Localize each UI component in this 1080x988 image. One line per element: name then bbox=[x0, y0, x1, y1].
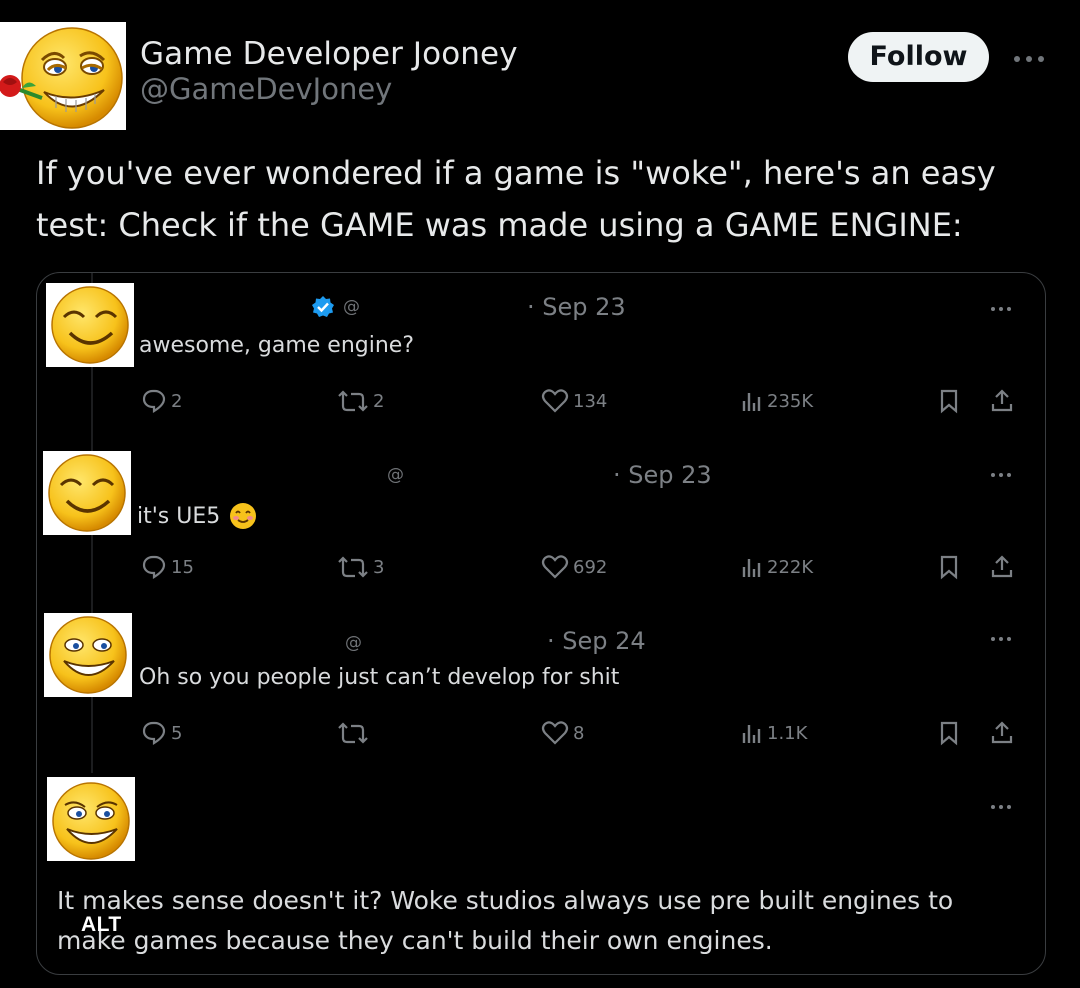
post-text: If you've ever wondered if a game is "wo… bbox=[36, 147, 1046, 251]
views-icon bbox=[742, 725, 761, 743]
smiling-emoji-icon bbox=[51, 286, 129, 364]
like-count: 8 bbox=[573, 722, 585, 744]
like-count: 692 bbox=[573, 556, 608, 578]
final-reply-text: It makes sense doesn't it? Woke studios … bbox=[57, 881, 1037, 961]
share-icon bbox=[991, 721, 1013, 744]
reply-icon bbox=[142, 555, 166, 579]
post-header: Game Developer Jooney @GameDevJoney Foll… bbox=[0, 22, 1080, 132]
smiling-blush-emoji-icon bbox=[230, 503, 257, 529]
like-button[interactable]: 134 bbox=[541, 385, 607, 417]
share-button[interactable] bbox=[989, 385, 1015, 417]
bookmark-button[interactable] bbox=[937, 717, 961, 749]
share-icon bbox=[991, 555, 1013, 578]
views-icon bbox=[742, 559, 761, 577]
reply-more-icon[interactable] bbox=[987, 629, 1017, 649]
like-button[interactable]: 692 bbox=[541, 551, 607, 583]
alt-text-badge[interactable]: ALT bbox=[81, 913, 122, 937]
final-reply-line: It makes sense doesn't it? Woke studios … bbox=[57, 886, 954, 915]
reply-count: 15 bbox=[171, 556, 194, 578]
reply-avatar[interactable] bbox=[44, 613, 132, 697]
reply-button[interactable]: 2 bbox=[141, 385, 182, 417]
views-count: 235K bbox=[767, 390, 814, 412]
share-button[interactable] bbox=[989, 551, 1015, 583]
bookmark-button[interactable] bbox=[937, 551, 961, 583]
bookmark-icon bbox=[940, 389, 958, 414]
more-options-icon[interactable] bbox=[1006, 40, 1052, 76]
reply-handle[interactable]: @ bbox=[387, 465, 404, 485]
grinning-emoji-icon bbox=[49, 616, 127, 694]
follow-button[interactable]: Follow bbox=[848, 32, 989, 82]
reply-actions: 2 2 134 235K bbox=[37, 385, 1045, 417]
views-count: 1.1K bbox=[767, 722, 808, 744]
reply-date[interactable]: · Sep 24 bbox=[547, 627, 646, 655]
reply-text: it's UE5 bbox=[137, 503, 221, 529]
repost-icon bbox=[338, 556, 368, 578]
reply-handle[interactable]: @ bbox=[343, 297, 360, 317]
bookmark-icon bbox=[940, 721, 958, 746]
grinning-emoji-icon bbox=[52, 782, 130, 860]
reply-handle[interactable]: @ bbox=[345, 633, 362, 653]
like-icon bbox=[541, 721, 569, 745]
views-button[interactable]: 222K bbox=[741, 551, 813, 583]
post-text-line: test: Check if the GAME was made using a… bbox=[36, 206, 963, 244]
views-count: 222K bbox=[767, 556, 814, 578]
reply-avatar[interactable] bbox=[47, 777, 135, 861]
repost-count: 2 bbox=[373, 390, 385, 412]
reply-button[interactable]: 5 bbox=[141, 717, 182, 749]
reply-more-icon[interactable] bbox=[987, 797, 1017, 817]
reply-avatar[interactable] bbox=[43, 451, 131, 535]
repost-button[interactable]: 2 bbox=[337, 385, 384, 417]
like-count: 134 bbox=[573, 390, 608, 412]
reply-text: awesome, game engine? bbox=[139, 333, 414, 358]
repost-button[interactable]: 3 bbox=[337, 551, 384, 583]
reply-count: 2 bbox=[171, 390, 183, 412]
bookmark-icon bbox=[940, 555, 958, 580]
reply-actions: 15 3 692 222K bbox=[37, 551, 1045, 583]
reply-icon bbox=[142, 389, 166, 413]
verified-icon bbox=[311, 295, 335, 319]
like-icon bbox=[541, 389, 569, 413]
final-reply-line: make games because they can't build thei… bbox=[57, 926, 773, 955]
repost-icon bbox=[338, 390, 368, 412]
share-button[interactable] bbox=[989, 717, 1015, 749]
reply-text: Oh so you people just can’t develop for … bbox=[139, 665, 620, 690]
author-name[interactable]: Game Developer Jooney bbox=[140, 36, 518, 72]
reply-more-icon[interactable] bbox=[987, 465, 1017, 485]
smiling-emoji-icon bbox=[48, 454, 126, 532]
bookmark-button[interactable] bbox=[937, 385, 961, 417]
views-button[interactable]: 235K bbox=[741, 385, 813, 417]
author-avatar[interactable] bbox=[0, 22, 126, 130]
reply-text-row: it's UE5 bbox=[137, 501, 258, 531]
repost-button[interactable] bbox=[337, 717, 373, 749]
grinning-rose-emoji-icon bbox=[0, 27, 123, 129]
reply-icon bbox=[142, 721, 166, 745]
reply-date[interactable]: · Sep 23 bbox=[613, 461, 712, 489]
repost-count: 3 bbox=[373, 556, 385, 578]
reply-date[interactable]: · Sep 23 bbox=[527, 293, 626, 321]
embedded-image[interactable]: @ · Sep 23 awesome, game engine? 2 2 134… bbox=[36, 272, 1046, 975]
author-handle[interactable]: @GameDevJoney bbox=[140, 72, 392, 106]
like-button[interactable]: 8 bbox=[541, 717, 584, 749]
like-icon bbox=[541, 555, 569, 579]
views-icon bbox=[742, 393, 761, 411]
reply-count: 5 bbox=[171, 722, 183, 744]
reply-actions: 5 8 1.1K bbox=[37, 717, 1045, 749]
views-button[interactable]: 1.1K bbox=[741, 717, 807, 749]
reply-avatar[interactable] bbox=[46, 283, 134, 367]
reply-button[interactable]: 15 bbox=[141, 551, 194, 583]
reply-more-icon[interactable] bbox=[987, 299, 1017, 319]
share-icon bbox=[991, 389, 1013, 412]
repost-icon bbox=[338, 722, 368, 744]
post-text-line: If you've ever wondered if a game is "wo… bbox=[36, 154, 996, 192]
